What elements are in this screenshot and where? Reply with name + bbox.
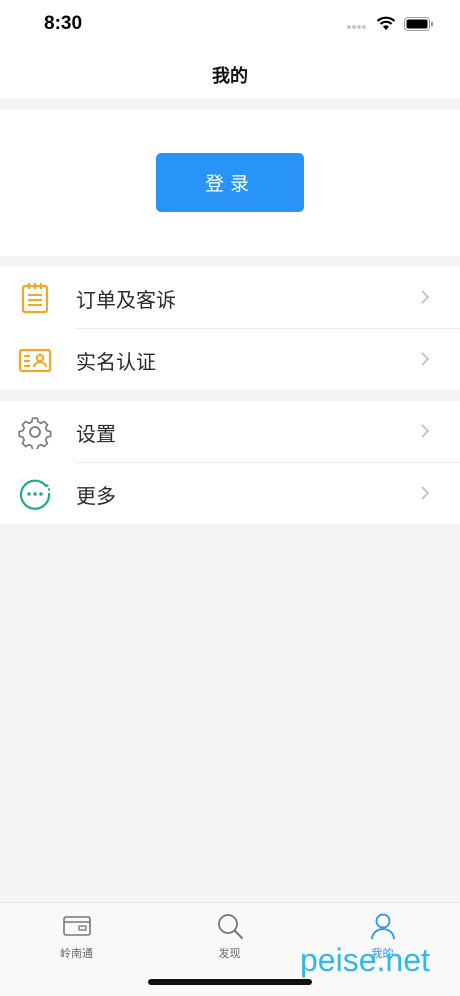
tab-discover[interactable]: 发现 xyxy=(153,911,306,961)
watermark: peise.net xyxy=(300,942,430,978)
chevron-right-icon xyxy=(421,290,430,304)
more-circle-icon xyxy=(19,479,51,510)
login-section: 登录 xyxy=(0,110,460,256)
chevron-right-icon xyxy=(421,486,430,500)
login-button[interactable]: 登录 xyxy=(156,153,304,212)
tab-lingnantong[interactable]: 岭南通 xyxy=(0,911,153,961)
chevron-right-icon xyxy=(421,424,430,438)
signal-icon xyxy=(347,24,366,29)
status-time: 8:30 xyxy=(44,13,83,34)
menu-item-verification[interactable]: 实名认证 xyxy=(18,328,460,389)
user-icon xyxy=(370,913,395,940)
card-icon xyxy=(62,916,91,936)
menu-item-label: 实名认证 xyxy=(76,350,156,374)
menu-item-label: 设置 xyxy=(76,422,116,446)
menu-item-label: 订单及客诉 xyxy=(76,288,176,312)
clipboard-list-icon xyxy=(21,283,49,314)
menu-item-more[interactable]: 更多 xyxy=(19,462,460,523)
menu-item-settings[interactable]: 设置 xyxy=(0,401,460,462)
menu-group-settings: 设置 更多 xyxy=(0,401,460,524)
page-title: 我的 xyxy=(212,66,248,87)
status-bar: 8:30 xyxy=(0,0,460,50)
id-card-icon xyxy=(18,348,52,373)
wifi-icon xyxy=(376,16,396,30)
chevron-right-icon xyxy=(421,352,430,366)
menu-item-label: 更多 xyxy=(76,484,116,508)
tab-label: 岭南通 xyxy=(60,947,93,960)
home-indicator xyxy=(148,979,312,985)
menu-group-orders: 订单及客诉 实名认证 xyxy=(0,267,460,390)
menu-item-orders[interactable]: 订单及客诉 xyxy=(0,267,460,328)
tab-label: 发现 xyxy=(218,947,241,960)
search-icon xyxy=(217,914,243,939)
nav-bar: 我的 xyxy=(0,50,460,98)
battery-icon xyxy=(404,16,433,31)
gear-icon xyxy=(18,417,52,449)
status-icons xyxy=(346,16,434,31)
